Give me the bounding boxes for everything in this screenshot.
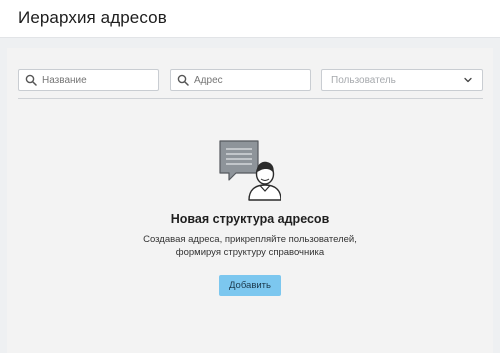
address-search-input[interactable] [194,74,310,86]
filters-divider [18,98,483,99]
empty-state-description: Создавая адреса, прикрепляйте пользовате… [7,233,493,259]
main-panel: Пользователь Новая структура адресов Соз… [7,48,493,353]
empty-state-title: Новая структура адресов [170,212,330,226]
empty-state: Новая структура адресов Создавая адреса,… [7,140,493,296]
chevron-down-icon [464,77,472,83]
empty-state-description-line: Создавая адреса, прикрепляйте пользовате… [143,234,357,245]
search-icon [25,74,37,86]
add-button[interactable]: Добавить [219,275,281,296]
person-with-document-icon [219,140,281,201]
user-select[interactable]: Пользователь [321,69,483,91]
page-title: Иерархия адресов [18,8,167,27]
user-select-placeholder: Пользователь [331,74,396,86]
top-bar: Иерархия адресов [0,0,500,38]
empty-state-description-line: формируя структуру справочника [175,247,325,258]
name-search-input[interactable] [42,74,158,86]
address-search-field[interactable] [170,69,311,91]
name-search-field[interactable] [18,69,159,91]
search-icon [177,74,189,86]
filters-bar: Пользователь [18,69,483,97]
